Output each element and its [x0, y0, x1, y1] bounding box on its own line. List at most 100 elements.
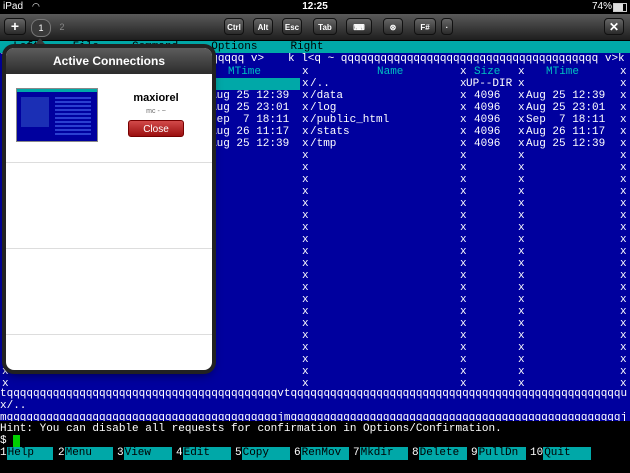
panel-separator: x: [620, 294, 627, 306]
panel-separator: x: [460, 198, 467, 210]
empty-row: [6, 162, 212, 249]
right-row-name[interactable]: /log: [310, 102, 460, 114]
panel-separator: x: [620, 174, 627, 186]
panel-separator: x: [620, 354, 627, 366]
right-row-size: 4096: [474, 126, 501, 138]
panel-separator: x: [518, 270, 525, 282]
panel-separator: x: [302, 318, 309, 330]
panel-separator: x: [302, 186, 309, 198]
right-row-mtime: Aug 26 11:17: [526, 126, 606, 138]
popover-arrow: [32, 38, 48, 48]
panel-separator: x: [460, 318, 467, 330]
fkey-quit[interactable]: 10Quit: [530, 447, 592, 460]
panel-separator: x: [460, 210, 467, 222]
connection-subtitle: mc - ~: [146, 108, 166, 115]
right-row-mtime: Aug 25 23:01: [526, 102, 606, 114]
close-connection-button[interactable]: Close: [128, 120, 184, 137]
right-row-mtime: Aug 25 12:39: [526, 90, 606, 102]
fkey-delete[interactable]: 8Delete: [412, 447, 467, 460]
panel-separator: x: [518, 66, 525, 78]
panel-separator: x: [518, 246, 525, 258]
panel-separator: x: [460, 234, 467, 246]
panel-separator: x: [620, 234, 627, 246]
fkey-mkdir[interactable]: 7Mkdir: [353, 447, 408, 460]
panel-separator: x: [302, 66, 309, 78]
alt-key-button[interactable]: Alt: [253, 18, 273, 35]
settings-button[interactable]: ⊛: [383, 18, 403, 35]
panel-separator: x: [460, 102, 467, 114]
close-session-button[interactable]: ✕: [604, 18, 624, 35]
fkey-copy[interactable]: 5Copy: [235, 447, 290, 460]
left-panel-status: x/..: [0, 400, 27, 412]
left-row-mtime[interactable]: Sep 7 18:11: [210, 114, 300, 126]
esc-key-button[interactable]: Esc: [282, 18, 302, 35]
left-row-mtime[interactable]: Aug 25 12:39: [210, 90, 300, 102]
panel-separator: x: [460, 186, 467, 198]
panel-separator: x: [460, 126, 467, 138]
panel-separator: x: [460, 306, 467, 318]
left-row-mtime[interactable]: Aug 25 23:01: [210, 102, 300, 114]
panel-separator: x: [518, 90, 525, 102]
panel-separator: x: [302, 150, 309, 162]
plus-icon: +: [10, 18, 20, 34]
fkey-renmov[interactable]: 6RenMov: [294, 447, 349, 460]
right-row-name[interactable]: /stats: [310, 126, 460, 138]
panel-separator: x: [518, 342, 525, 354]
panel-separator: x: [302, 114, 309, 126]
function-key-bar: 1Help 2Menu 3View 4Edit 5Copy 6RenMov 7M…: [0, 447, 630, 460]
keyboard-button[interactable]: ⌨: [346, 18, 372, 35]
fkey-edit[interactable]: 4Edit: [176, 447, 231, 460]
empty-row: [6, 334, 212, 370]
panel-separator: x: [620, 114, 627, 126]
right-row-name[interactable]: /data: [310, 90, 460, 102]
add-session-button[interactable]: +: [4, 18, 26, 35]
left-mtime-header: MTime: [228, 66, 262, 78]
panel-separator: x: [620, 222, 627, 234]
panel-separator: x: [518, 198, 525, 210]
right-row-name[interactable]: /..: [310, 78, 460, 90]
fkey-help[interactable]: 1Help: [0, 447, 53, 460]
connection-row[interactable]: maxiorel mc - ~ Close: [6, 74, 212, 163]
right-row-size: 4096: [474, 114, 501, 126]
right-size-header: Size: [474, 66, 501, 78]
panel-separator: x: [518, 174, 525, 186]
right-row-size: 4096: [474, 90, 501, 102]
panel-bottom-border: tqqqqqqqqqqqqqqqqqqqqqqqqqqqqqqqqqqqqqqq…: [0, 388, 628, 400]
right-mtime-header: MTime: [546, 66, 580, 78]
panel-separator: x: [518, 306, 525, 318]
panel-separator: x: [518, 318, 525, 330]
panel-separator: x: [620, 258, 627, 270]
session-thumbnail[interactable]: [16, 88, 98, 142]
panel-separator: x: [620, 126, 627, 138]
fkey-pulldn[interactable]: 9PullDn: [471, 447, 526, 460]
left-row-mtime[interactable]: Aug 25 12:39: [210, 138, 300, 150]
panel-separator: x: [460, 246, 467, 258]
left-panel-cursor: [210, 78, 300, 90]
panel-separator: x: [460, 366, 467, 378]
panel-separator: x: [620, 186, 627, 198]
ctrl-key-button[interactable]: Ctrl: [224, 18, 244, 35]
fkey-menu[interactable]: 2Menu: [58, 447, 113, 460]
function-keys-button[interactable]: F#: [414, 18, 436, 35]
keyboard-icon: ⌨: [353, 23, 365, 32]
session-tab-1[interactable]: 1: [31, 19, 51, 37]
panel-separator: x: [620, 138, 627, 150]
panel-separator: x: [302, 198, 309, 210]
more-keys-button[interactable]: ·: [441, 18, 453, 35]
fkey-view[interactable]: 3View: [117, 447, 172, 460]
panel-separator: x: [620, 246, 627, 258]
shell-prompt[interactable]: $: [0, 435, 30, 447]
panel-separator: x: [620, 342, 627, 354]
session-tab-2[interactable]: 2: [53, 19, 71, 35]
panel-separator: x: [460, 78, 467, 90]
tab-key-button[interactable]: Tab: [313, 18, 337, 35]
right-row-name[interactable]: /tmp: [310, 138, 460, 150]
panel-separator: x: [460, 150, 467, 162]
right-row-size: 4096: [474, 138, 501, 150]
close-icon: ✕: [608, 20, 620, 34]
panel-separator: x: [518, 78, 525, 90]
panel-separator: x: [460, 90, 467, 102]
panel-separator: x: [518, 114, 525, 126]
left-row-mtime[interactable]: Aug 26 11:17: [210, 126, 300, 138]
right-row-name[interactable]: /public_html: [310, 114, 460, 126]
